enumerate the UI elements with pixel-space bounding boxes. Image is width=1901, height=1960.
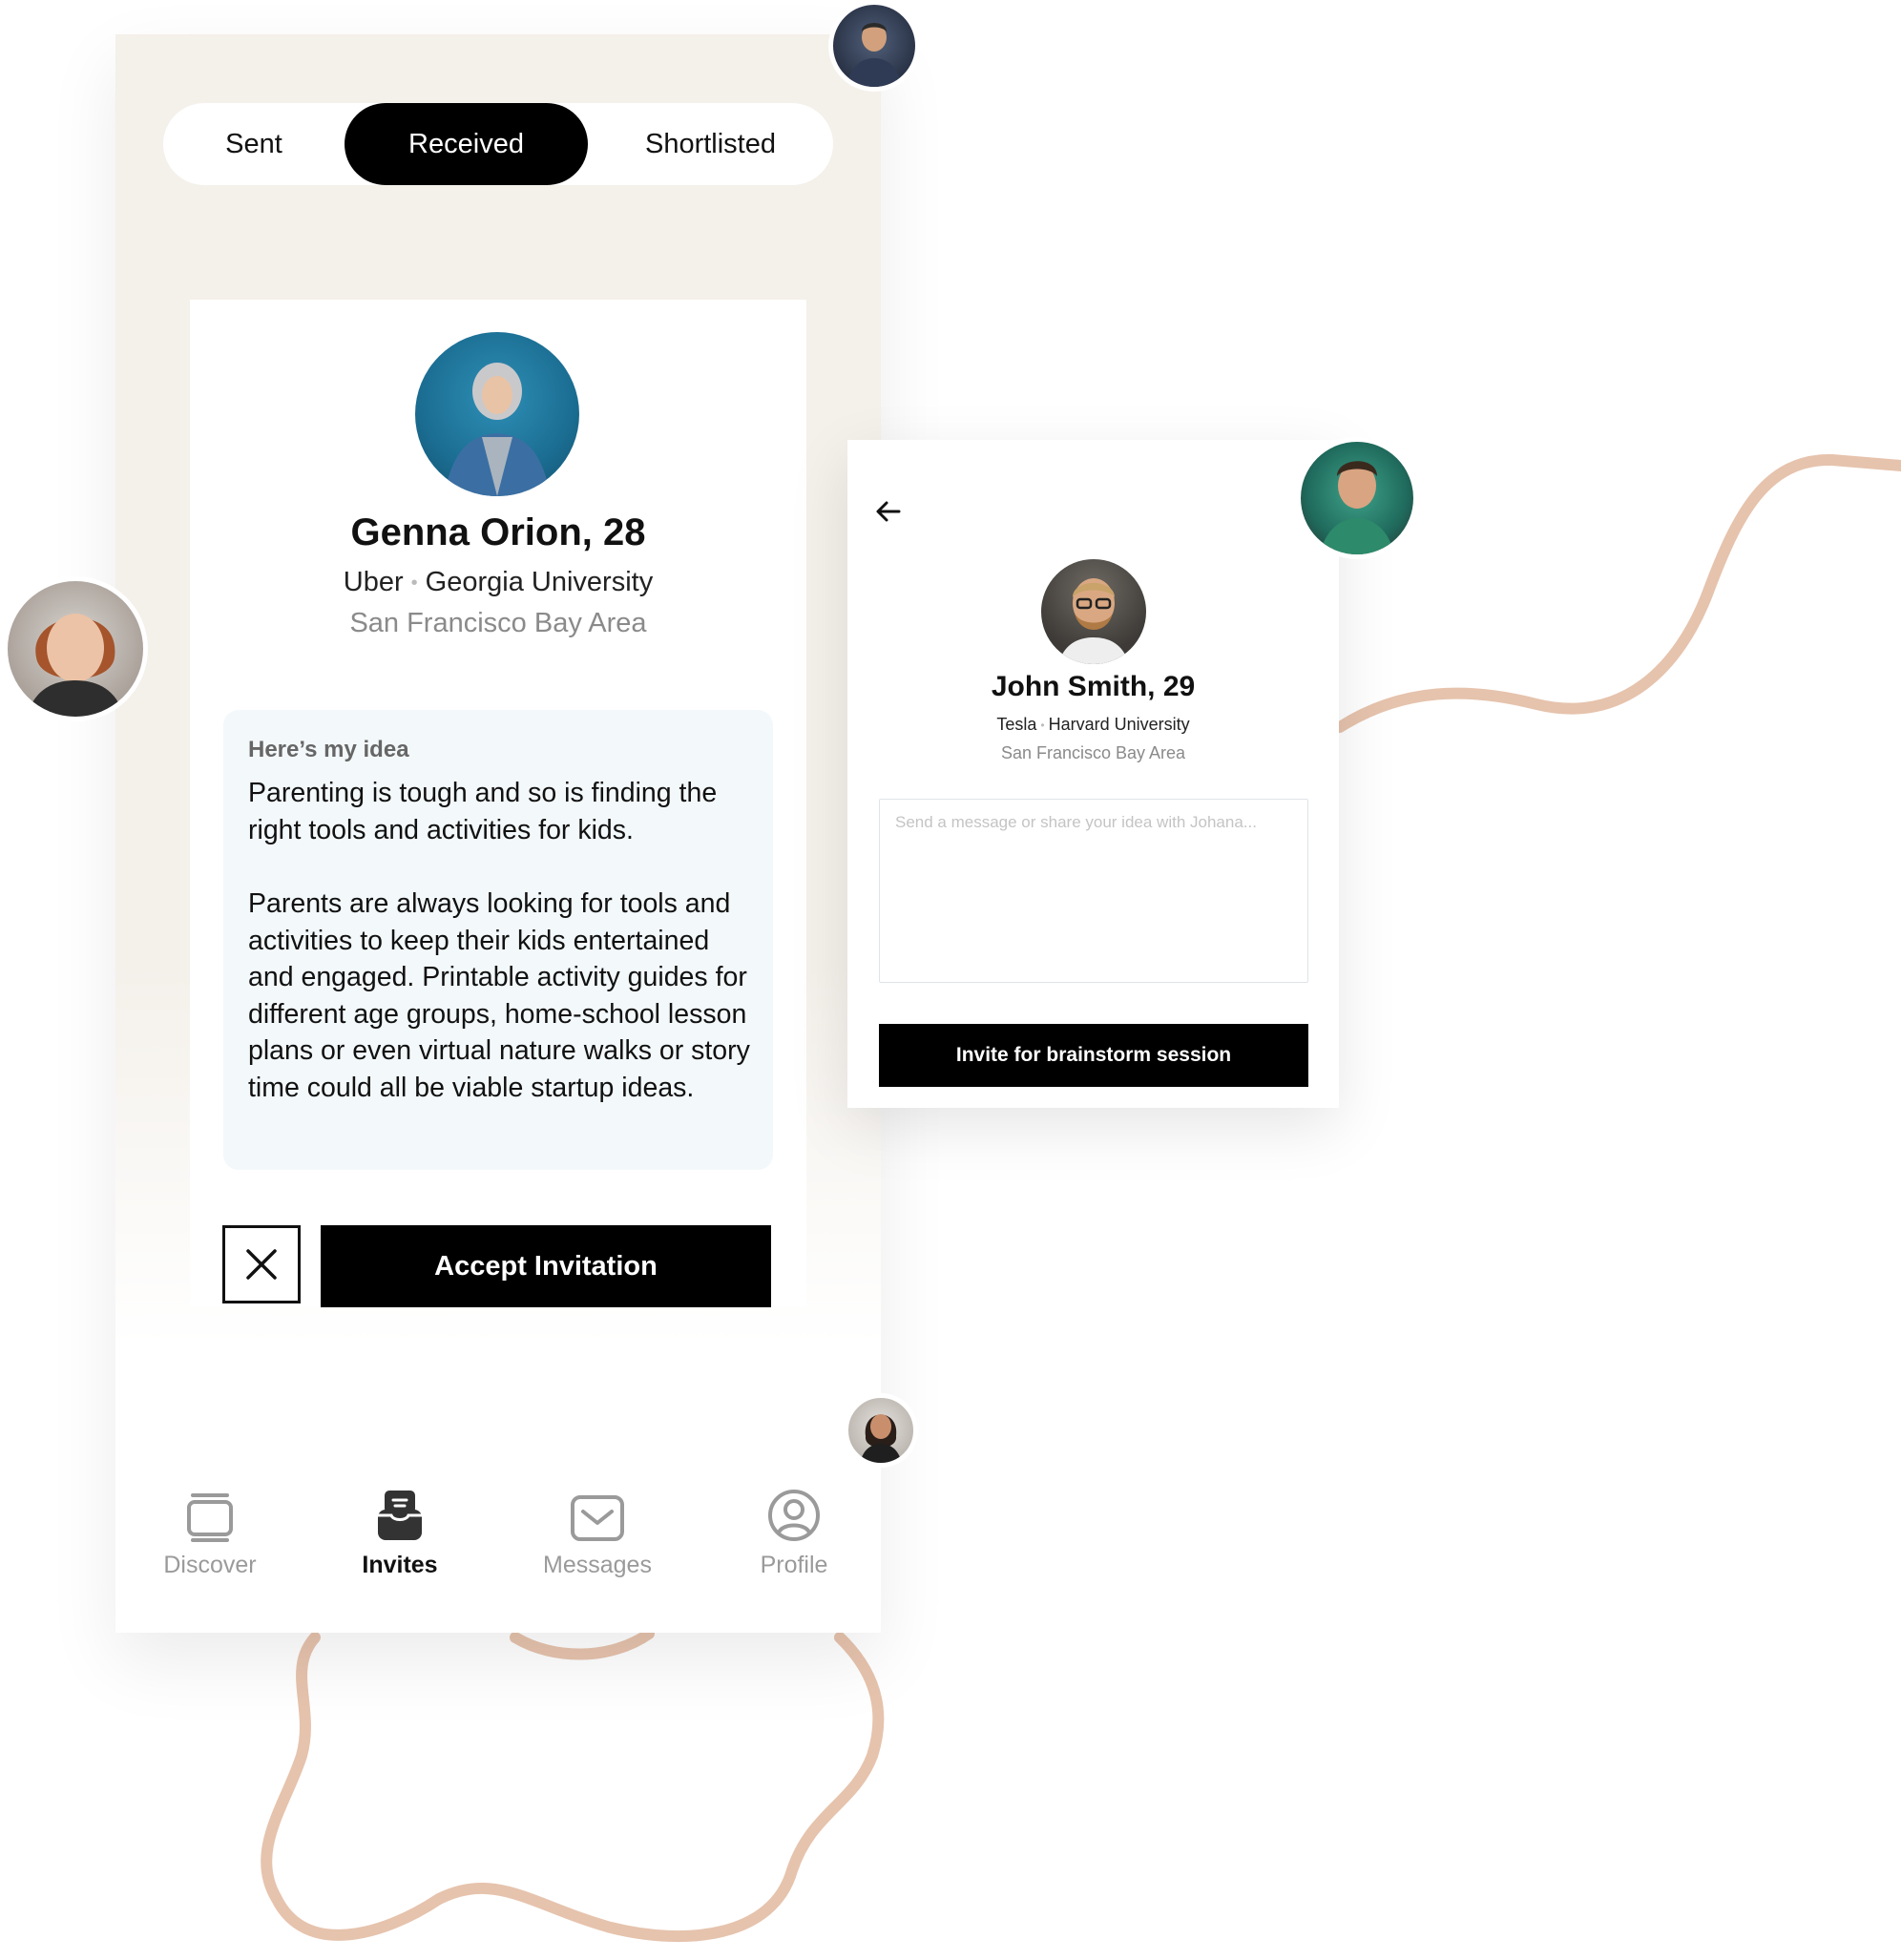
decline-button[interactable]: [222, 1225, 301, 1303]
avatar: [1296, 437, 1418, 559]
avatar: [844, 1393, 918, 1468]
nav-item-discover[interactable]: Discover: [143, 1483, 277, 1579]
profile-location: San Francisco Bay Area: [1000, 743, 1186, 762]
invite-brainstorm-button[interactable]: Invite for brainstorm session: [879, 1024, 1308, 1087]
profile-school: Georgia University: [425, 567, 654, 597]
profile-company: Uber: [343, 567, 404, 597]
avatar: [1041, 559, 1146, 664]
profile-school: Harvard University: [1048, 715, 1190, 734]
idea-box: Here’s my idea Parenting is tough and so…: [223, 710, 773, 1170]
invite-panel: John Smith, 29 Tesla • Harvard University …: [847, 440, 1339, 1108]
back-arrow-icon[interactable]: [874, 497, 903, 526]
bottom-nav: Discover Invites Messages Profile: [115, 1483, 881, 1597]
nav-item-messages[interactable]: Messages: [531, 1483, 664, 1579]
envelope-icon: [571, 1495, 624, 1541]
invitation-card: Genna Orion, 28 Uber • Georgia University …: [190, 300, 806, 1307]
nav-label: Invites: [362, 1552, 438, 1578]
nav-label: Profile: [760, 1552, 828, 1578]
invite-tabs: Sent Received Shortlisted: [163, 103, 833, 185]
profile-company: Tesla: [996, 715, 1037, 734]
accept-invitation-button[interactable]: Accept Invitation: [321, 1225, 771, 1307]
avatar: [828, 0, 920, 92]
nav-label: Discover: [163, 1552, 257, 1578]
idea-paragraph: Parenting is tough and so is finding the…: [248, 778, 718, 845]
profile-work-education: Uber • Georgia University: [190, 567, 806, 598]
separator-dot: •: [1040, 719, 1045, 733]
avatar: [3, 576, 148, 721]
profile-name: John Smith, 29: [991, 671, 1196, 702]
close-icon: [246, 1249, 277, 1280]
profile-work-education: Tesla • Harvard University: [847, 715, 1339, 735]
inbox-icon: [378, 1491, 422, 1540]
idea-paragraph: Parents are always looking for tools and…: [248, 888, 750, 1103]
nav-item-profile[interactable]: Profile: [727, 1483, 861, 1579]
profile-location: San Francisco Bay Area: [349, 608, 647, 638]
profile-name: Genna Orion, 28: [350, 511, 646, 553]
invites-screen: Sent Received Shortlisted Genna Orion, 2…: [115, 34, 881, 1633]
user-circle-icon: [768, 1490, 820, 1541]
tab-received[interactable]: Received: [345, 103, 588, 185]
separator-dot: •: [410, 572, 418, 594]
nav-item-invites[interactable]: Invites: [333, 1483, 467, 1579]
nav-label: Messages: [543, 1552, 652, 1578]
cards-icon: [187, 1493, 233, 1542]
avatar: [415, 332, 579, 496]
message-input[interactable]: [879, 799, 1308, 983]
tab-shortlisted[interactable]: Shortlisted: [588, 103, 833, 185]
tab-sent[interactable]: Sent: [163, 103, 345, 185]
idea-label: Here’s my idea: [248, 737, 409, 762]
